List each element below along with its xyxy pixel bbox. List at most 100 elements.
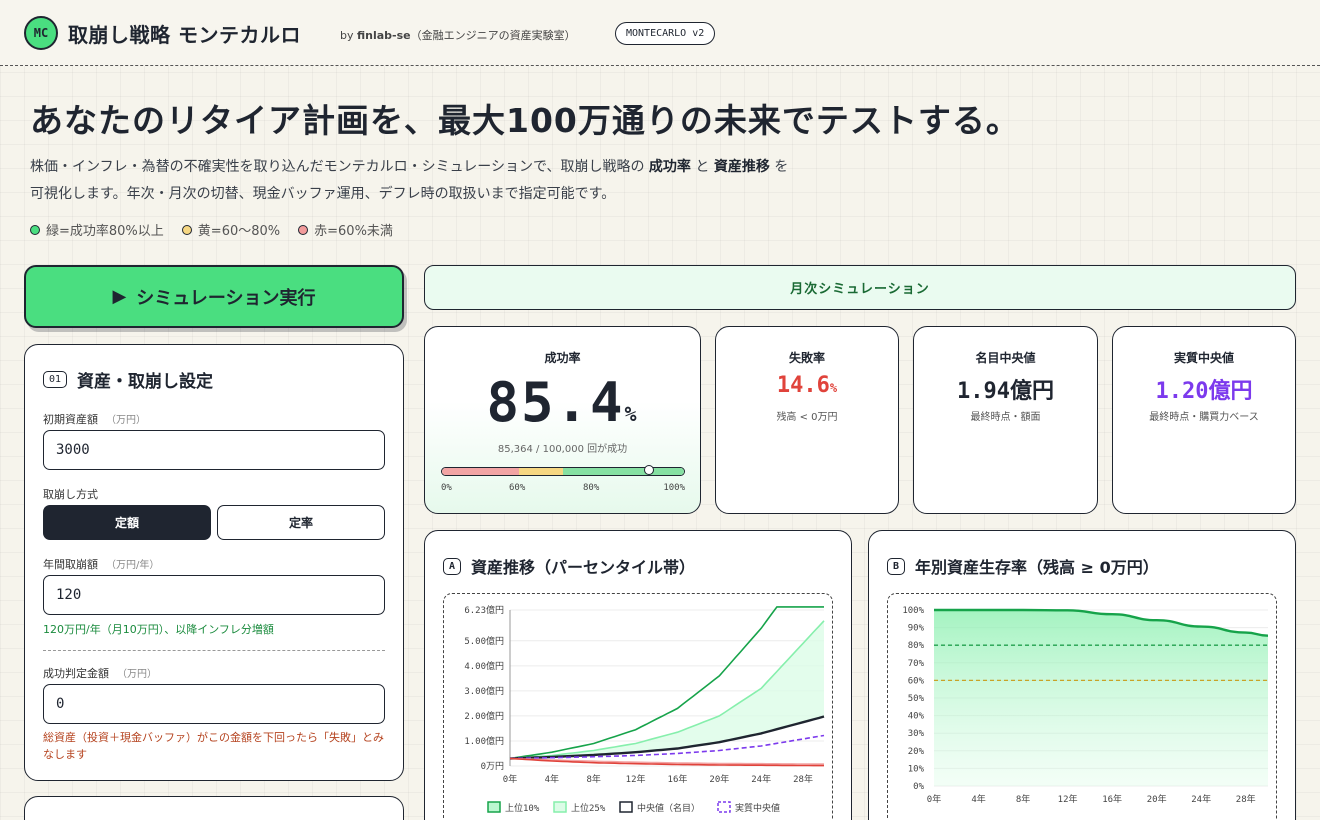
x-tick-label: 28年 xyxy=(793,773,813,785)
gauge-yellow-zone xyxy=(519,468,563,475)
run-simulation-label: シミュレーション実行 xyxy=(136,287,316,309)
x-tick-label: 12年 xyxy=(1058,793,1078,805)
percentile-band xyxy=(510,620,824,759)
yellow-dot-icon xyxy=(181,224,192,235)
x-tick-label: 16年 xyxy=(668,773,688,785)
gauge-tick: 100% xyxy=(663,483,685,493)
x-tick-label: 8年 xyxy=(587,773,601,785)
x-tick-label: 20年 xyxy=(1147,793,1167,805)
legend-swatch xyxy=(487,801,501,813)
legend-swatch xyxy=(619,801,633,813)
section-number: 01 xyxy=(43,371,68,388)
app-title: 取崩し戦略 モンテカルロ xyxy=(68,23,301,47)
failure-rate-label: 失敗率 xyxy=(788,351,825,365)
x-tick-label: 8年 xyxy=(1016,793,1030,805)
survival-rate-chart: 0% 10% 20% 30% 40% 50% 60% 70% 80% 90% 100% 0年 4年 8年 1… xyxy=(902,606,1269,805)
gauge-green-zone xyxy=(562,468,684,475)
nominal-median-label: 名目中央値 xyxy=(975,351,1036,365)
x-tick-label: 0年 xyxy=(927,793,941,805)
failure-rate-value: 14.6% xyxy=(776,373,838,398)
legend-swatch xyxy=(717,801,731,813)
gauge-ticks: 0% 60% 80% 100% xyxy=(441,483,685,495)
initial-asset-input[interactable]: 3000 xyxy=(43,430,385,470)
threshold-input[interactable]: 0 xyxy=(43,684,385,724)
y-tick-label: 40% xyxy=(908,712,925,722)
chart-b-header: B 年別資産生存率（残高 ≥ 0万円） xyxy=(887,554,1159,578)
annual-withdraw-hint: 120万円/年（月10万円）、以降インフレ分増額 xyxy=(43,623,274,636)
legend-label: 中央値（名目） xyxy=(637,802,700,814)
y-tick-label: 2.00億円 xyxy=(464,710,504,722)
failure-rate-card: 失敗率 14.6% 残高 < 0万円 xyxy=(715,326,899,514)
top-bar: MC 取崩し戦略 モンテカルロ by finlab-se（金融エンジニアの資産実… xyxy=(0,0,1320,66)
nominal-median-note: 最終時点・額面 xyxy=(970,412,1041,423)
red-dot-icon xyxy=(298,224,309,235)
y-tick-label: 70% xyxy=(908,659,925,669)
success-count: 85,364 / 100,000 回が成功 xyxy=(497,444,628,455)
y-tick-label: 30% xyxy=(908,729,925,739)
y-tick-label: 0% xyxy=(913,782,924,792)
success-rate-card: 成功率 85.4% 85,364 / 100,000 回が成功 0% 60% 8… xyxy=(424,326,701,514)
x-tick-label: 20年 xyxy=(709,773,729,785)
failure-rate-note: 残高 < 0万円 xyxy=(776,412,838,423)
color-legend: 緑=成功率80%以上 黄=60〜80% 赤=60%未満 xyxy=(30,220,393,239)
y-tick-label: 100% xyxy=(902,606,924,616)
x-tick-label: 4年 xyxy=(545,773,559,785)
real-median-value: 1.20億円 xyxy=(1155,379,1253,404)
simulation-mode-banner: 月次シミュレーション xyxy=(424,265,1296,310)
y-tick-label: 60% xyxy=(908,676,925,686)
run-simulation-button[interactable]: ▶ シミュレーション実行 xyxy=(24,265,404,328)
y-tick-label: 0万円 xyxy=(481,761,504,772)
real-median-note: 最終時点・購買力ベース xyxy=(1149,412,1259,423)
annual-withdraw-input[interactable]: 120 xyxy=(43,575,385,615)
legend-red: 赤=60%未満 xyxy=(298,220,393,239)
x-tick-label: 0年 xyxy=(503,773,517,785)
y-tick-label: 80% xyxy=(908,641,925,651)
y-tick-label: 4.00億円 xyxy=(464,660,504,672)
chart-b-title: 年別資産生存率（残高 ≥ 0万円） xyxy=(915,558,1159,577)
success-rate-label: 成功率 xyxy=(544,351,581,365)
method-rate-button[interactable]: 定率 xyxy=(217,505,385,540)
legend-label: 上位10% xyxy=(505,802,540,814)
hero-description: 株価・インフレ・為替の不確実性を取り込んだモンテカルロ・シミュレーションで、取崩… xyxy=(30,159,789,202)
success-rate-value: 85.4% xyxy=(486,371,639,434)
legend-green: 緑=成功率80%以上 xyxy=(30,220,164,239)
gauge-tick: 60% xyxy=(509,483,526,493)
gauge-red-zone xyxy=(442,468,520,475)
x-tick-label: 16年 xyxy=(1102,793,1122,805)
section-title: 資産・取崩し設定 xyxy=(77,372,214,392)
y-tick-label: 50% xyxy=(908,694,925,704)
gauge-tick: 0% xyxy=(441,483,452,493)
app-logo: MC xyxy=(24,16,58,50)
withdraw-method-label: 取崩し方式 xyxy=(43,488,98,501)
real-median-label: 実質中央値 xyxy=(1173,351,1234,365)
x-tick-label: 24年 xyxy=(1191,793,1211,805)
initial-asset-label: 初期資産額 （万円） xyxy=(43,413,146,426)
x-tick-label: 28年 xyxy=(1236,793,1256,805)
legend-swatch xyxy=(553,801,567,813)
asset-trajectory-card: A 資産推移（パーセンタイル帯） 0万円 1.00億円 2.00億円 3.00億円 4.… xyxy=(424,530,852,820)
asset-trajectory-chart: 0万円 1.00億円 2.00億円 3.00億円 4.00億円 5.00億円 6.23億円 0… xyxy=(464,604,825,814)
x-tick-label: 12年 xyxy=(626,773,646,785)
method-fixed-button[interactable]: 定額 xyxy=(43,505,211,540)
chart-a-title: 資産推移（パーセンタイル帯） xyxy=(471,558,696,577)
author-credit: by finlab-se（金融エンジニアの資産実験室） xyxy=(340,29,576,42)
chart-a-frame: 0万円 1.00億円 2.00億円 3.00億円 4.00億円 5.00億円 6.23億円 0… xyxy=(443,593,833,820)
play-icon: ▶ xyxy=(112,286,127,307)
gauge-tick: 80% xyxy=(583,483,600,493)
survival-area xyxy=(934,610,1268,786)
y-tick-label: 10% xyxy=(908,764,925,774)
green-dot-icon xyxy=(30,224,40,235)
legend-label: 実質中央値 xyxy=(735,802,780,814)
chart-b-frame: 0% 10% 20% 30% 40% 50% 60% 70% 80% 90% 100% 0年 4年 8年 1… xyxy=(887,593,1277,820)
threshold-label: 成功判定金額 （万円） xyxy=(43,667,157,680)
y-tick-label: 1.00億円 xyxy=(464,735,504,747)
x-tick-label: 4年 xyxy=(971,793,985,805)
survival-rate-card: B 年別資産生存率（残高 ≥ 0万円） 0% 10% 20% 30% 40% 50% 60%… xyxy=(868,530,1296,820)
chart-a-badge: A xyxy=(443,557,462,575)
hero-title: あなたのリタイア計画を、最大100万通りの未来でテストする。 xyxy=(30,101,1020,140)
nominal-median-value: 1.94億円 xyxy=(957,379,1054,404)
real-median-card: 実質中央値 1.20億円 最終時点・購買力ベース xyxy=(1112,326,1296,514)
divider xyxy=(43,650,385,651)
version-badge: MONTECARLO v2 xyxy=(615,22,716,45)
asset-settings-panel: 01 資産・取崩し設定 初期資産額 （万円） 3000 取崩し方式 定額 定率 年… xyxy=(24,344,404,781)
